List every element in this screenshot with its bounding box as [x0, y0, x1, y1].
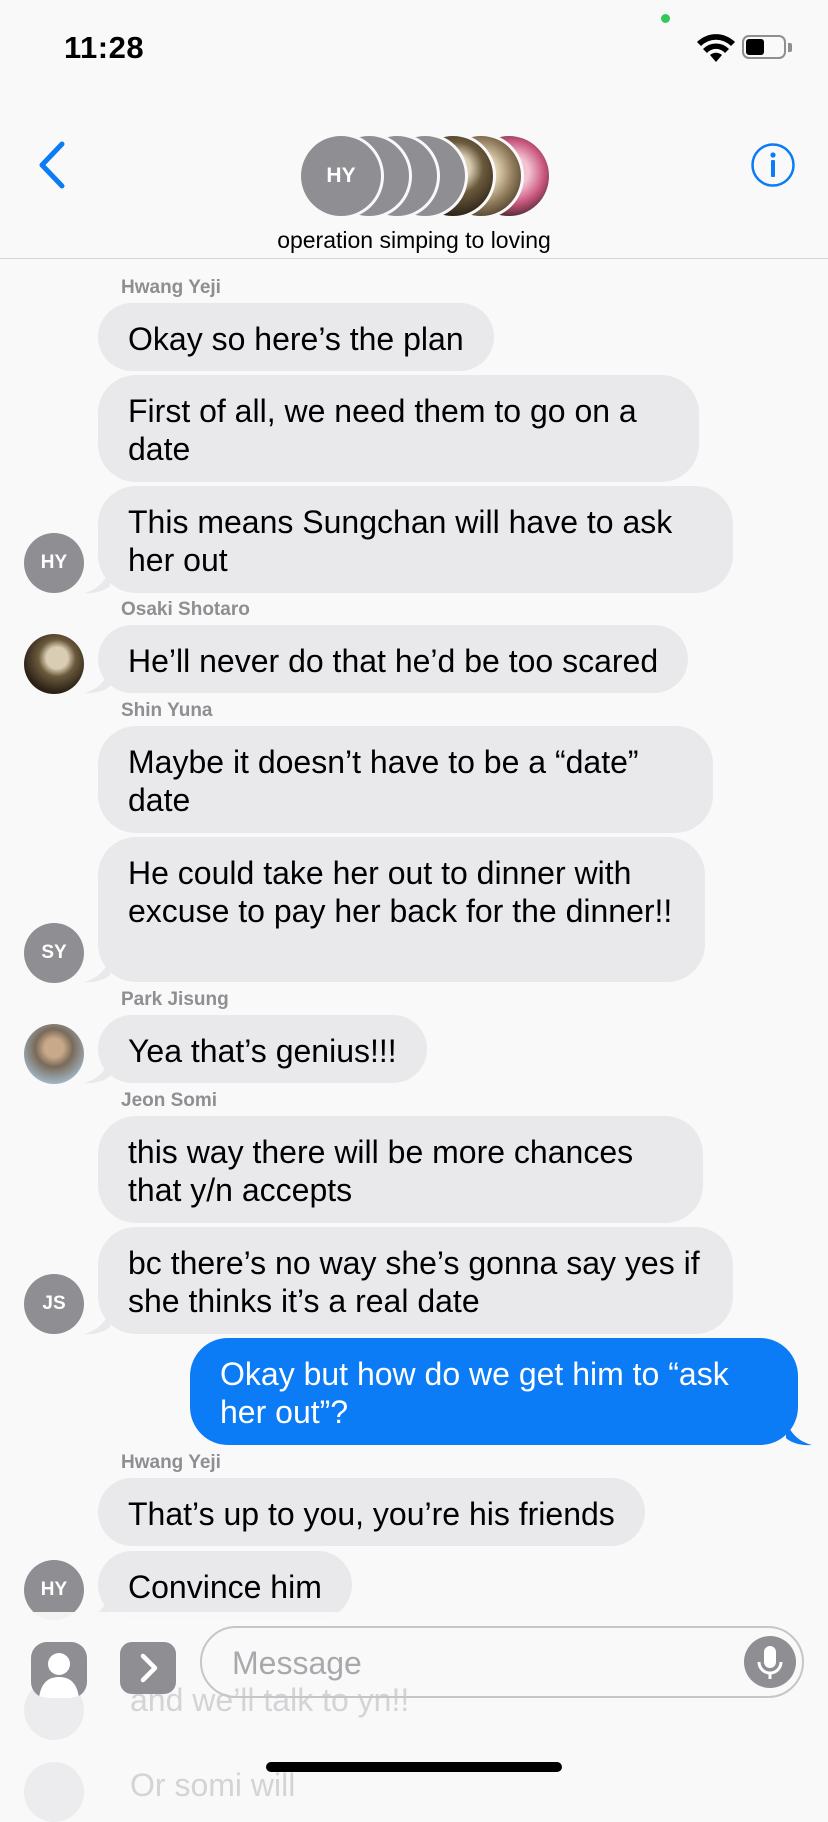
sender-avatar[interactable]: HY — [24, 1560, 84, 1620]
sender-name: Hwang Yeji — [121, 1452, 221, 1473]
group-avatar-stack[interactable]: HY — [298, 133, 558, 219]
chevron-right-icon — [140, 1653, 158, 1683]
memoji-icon — [39, 1653, 79, 1698]
group-name[interactable]: operation simping to loving — [0, 227, 828, 254]
microphone-icon — [757, 1646, 783, 1679]
bubble-tail — [786, 1420, 812, 1446]
message-bubble[interactable]: Maybe it doesn’t have to be a “date” dat… — [98, 726, 713, 833]
bubble-tail — [84, 957, 110, 983]
hidden-message-text: Or somi will — [130, 1767, 296, 1803]
status-bar: 11:28 — [0, 0, 828, 100]
sender-name: Park Jisung — [121, 989, 229, 1010]
back-chevron-icon[interactable] — [34, 140, 68, 190]
bubble-tail — [84, 568, 110, 594]
member-avatar-front: HY — [298, 133, 384, 219]
bubble-tail — [84, 668, 110, 694]
message-bubble[interactable]: Yea that’s genius!!! — [98, 1015, 427, 1083]
hidden-sender-avatar — [24, 1762, 84, 1822]
info-icon[interactable] — [750, 142, 796, 188]
sender-name: Hwang Yeji — [121, 277, 221, 298]
message-bubble[interactable]: This means Sungchan will have to ask her… — [98, 486, 733, 593]
wifi-icon — [697, 34, 735, 62]
sender-avatar-photo[interactable] — [24, 1024, 84, 1084]
camera-in-use-dot — [661, 14, 670, 23]
dictation-button[interactable] — [744, 1636, 796, 1688]
sender-avatar[interactable]: JS — [24, 1274, 84, 1334]
message-bubble[interactable]: First of all, we need them to go on a da… — [98, 375, 699, 482]
conversation-header: HY operation simping to loving — [0, 100, 828, 259]
message-bubble[interactable]: Convince him — [98, 1551, 352, 1619]
bubble-tail — [84, 1058, 110, 1084]
sender-avatar[interactable]: SY — [24, 923, 84, 983]
sent-message-bubble[interactable]: Okay but how do we get him to “ask her o… — [190, 1338, 798, 1445]
message-input[interactable]: Message — [200, 1626, 804, 1698]
bubble-tail — [84, 1309, 110, 1335]
home-indicator[interactable] — [266, 1762, 562, 1772]
battery-icon — [742, 35, 794, 61]
sender-name: Osaki Shotaro — [121, 599, 250, 620]
message-bubble[interactable]: That’s up to you, you’re his friends — [98, 1478, 645, 1546]
message-bubble[interactable]: He could take her out to dinner with exc… — [98, 837, 705, 982]
message-input-placeholder: Message — [232, 1645, 362, 1681]
memoji-stickers-button[interactable] — [31, 1642, 87, 1698]
message-bubble[interactable]: He’ll never do that he’d be too scared — [98, 625, 689, 693]
message-bubble[interactable]: Okay so here’s the plan — [98, 303, 494, 371]
message-bubble[interactable]: this way there will be more chances that… — [98, 1116, 703, 1223]
sender-name: Shin Yuna — [121, 700, 213, 721]
sender-avatar[interactable]: HY — [24, 533, 84, 593]
message-bubble[interactable]: bc there’s no way she’s gonna say yes if… — [98, 1227, 733, 1334]
sender-avatar-photo[interactable] — [24, 634, 84, 694]
app-drawer-button[interactable] — [120, 1642, 176, 1694]
sender-name: Jeon Somi — [121, 1090, 218, 1111]
status-time: 11:28 — [64, 30, 145, 65]
